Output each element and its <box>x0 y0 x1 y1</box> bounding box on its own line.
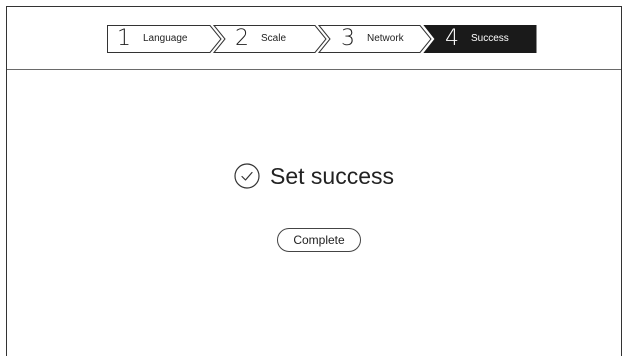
step-progress-bar: 1 Language 2 Scale 3 Network 4 Success <box>107 25 537 53</box>
step-number: 2 <box>235 26 249 51</box>
step-scale: 2 Scale <box>235 25 286 53</box>
step-network: 3 Network <box>341 25 404 53</box>
step-language: 1 Language <box>117 25 188 53</box>
setup-wizard-header: 1 Language 2 Scale 3 Network 4 Success <box>7 7 621 70</box>
app-window: 1 Language 2 Scale 3 Network 4 Success S… <box>6 6 622 356</box>
success-text: Set success <box>270 163 394 189</box>
step-label: Scale <box>261 33 287 44</box>
step-label: Language <box>143 33 188 44</box>
complete-button[interactable]: Complete <box>277 228 361 252</box>
step-label: Network <box>367 33 404 44</box>
step-number: 4 <box>445 26 459 51</box>
step-number: 1 <box>117 26 131 51</box>
step-label: Success <box>471 33 509 44</box>
step-number: 3 <box>341 26 355 51</box>
success-message: Set success <box>7 161 621 191</box>
check-circle-icon <box>234 163 260 189</box>
step-success: 4 Success <box>445 25 509 53</box>
